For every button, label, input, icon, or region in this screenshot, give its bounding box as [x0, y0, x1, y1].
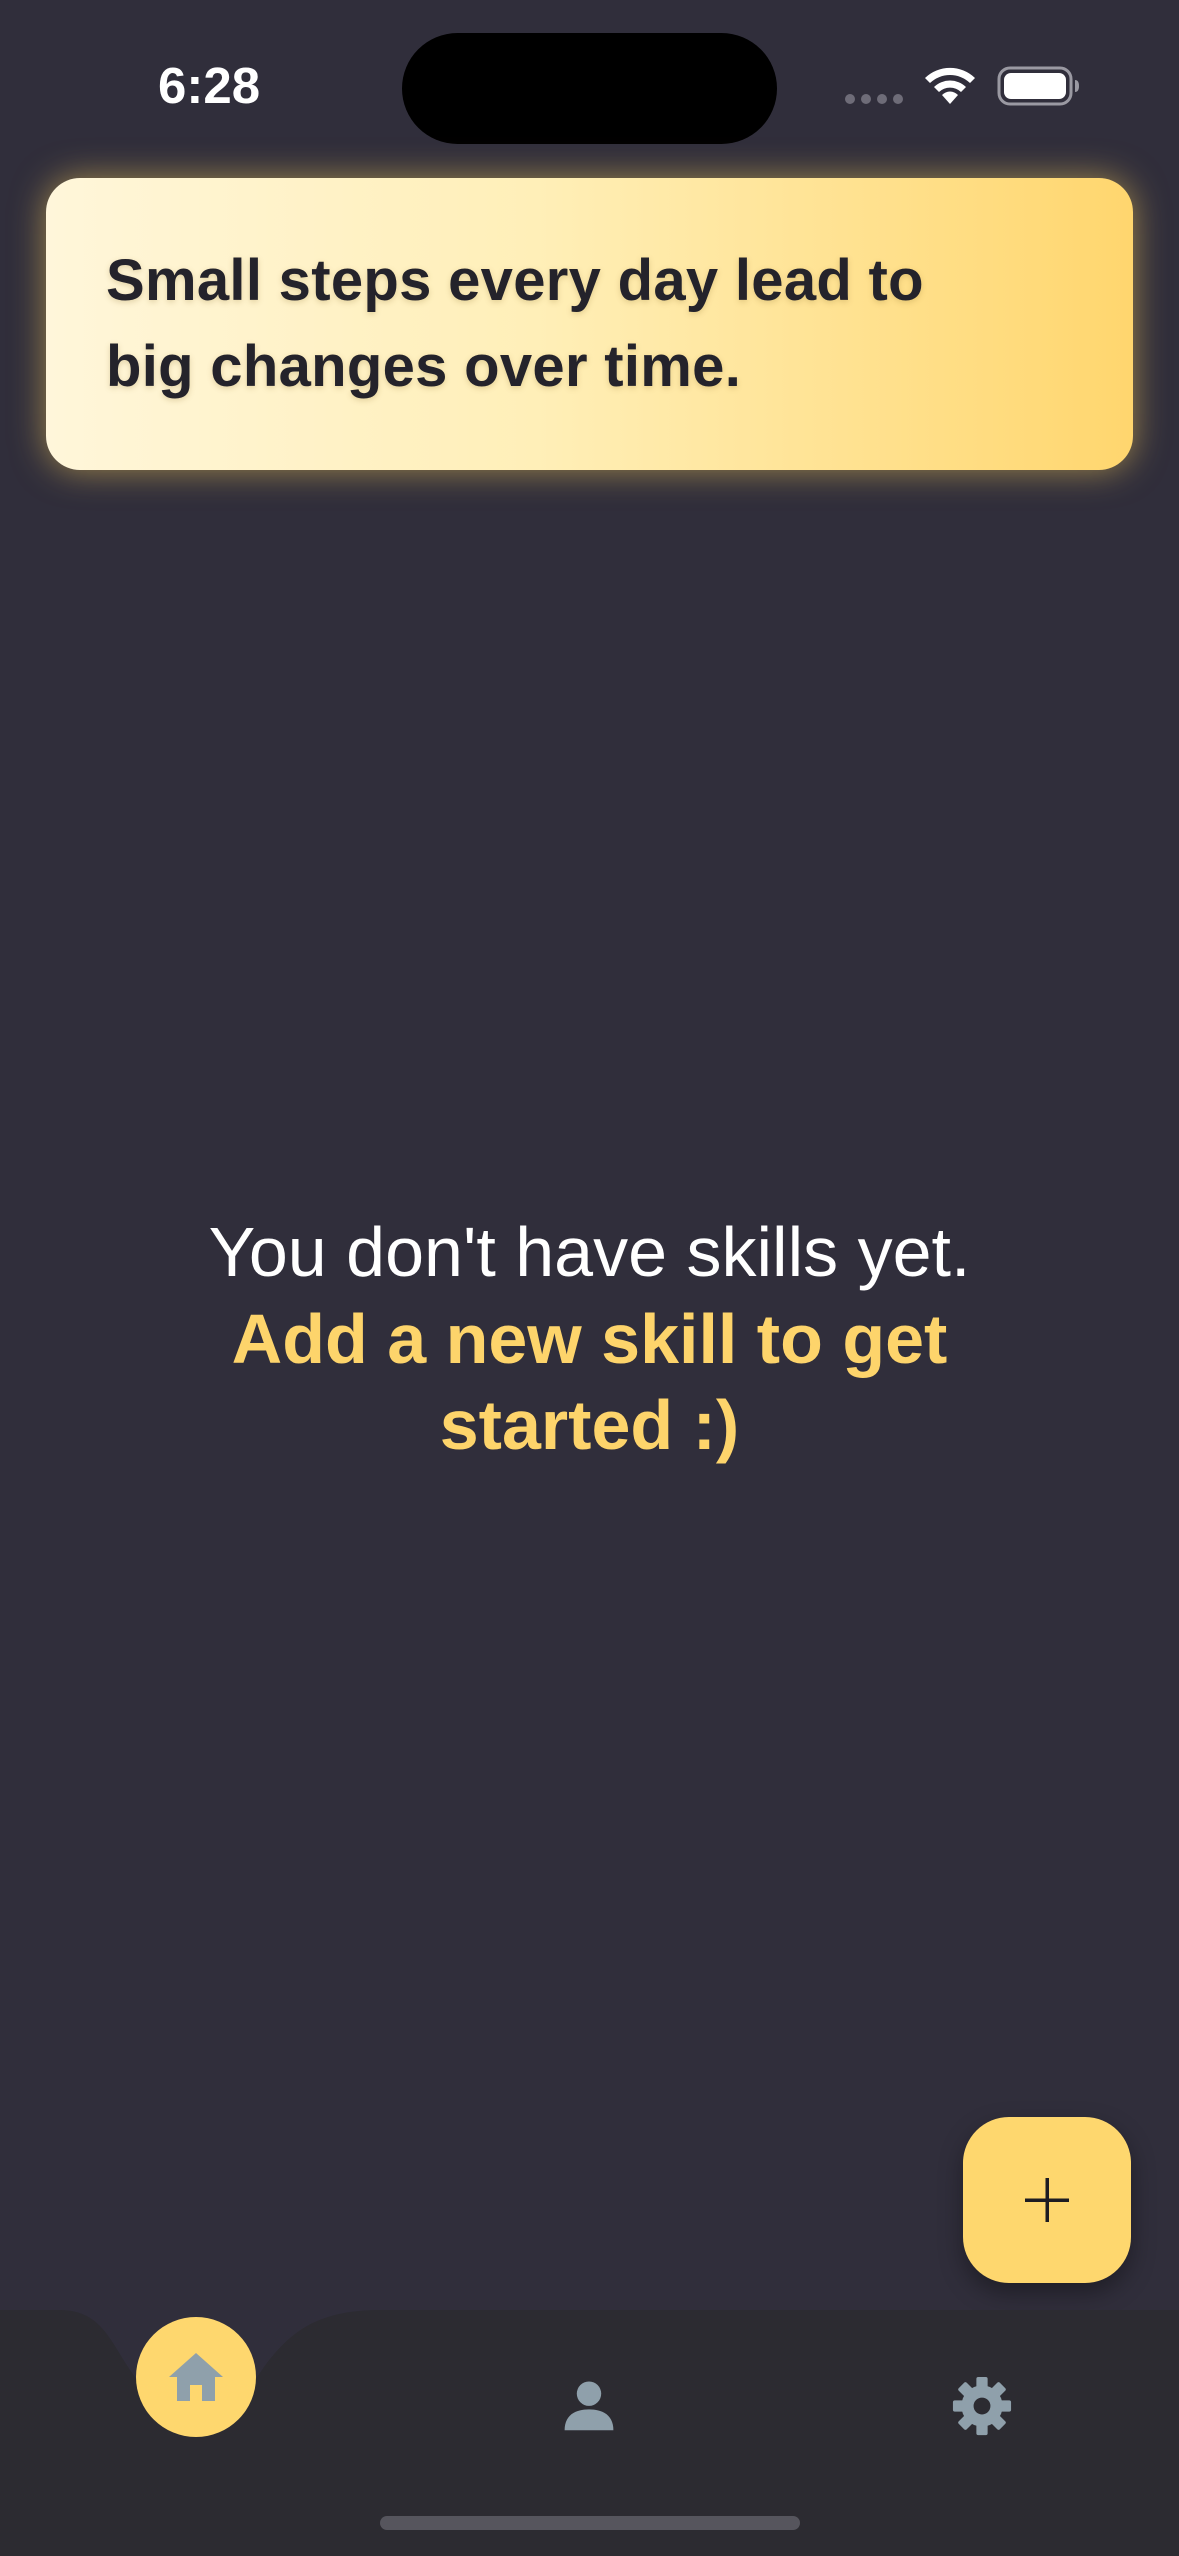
- motivation-quote-card: Small steps every day lead to big change…: [46, 178, 1133, 470]
- nav-home-button[interactable]: [136, 2317, 256, 2437]
- person-icon: [564, 2381, 614, 2431]
- quote-text: Small steps every day lead to big change…: [106, 238, 1073, 410]
- dynamic-island: [402, 33, 777, 144]
- add-skill-button[interactable]: [963, 2117, 1131, 2283]
- quote-line-2: big changes over time.: [106, 334, 742, 399]
- gear-icon: [952, 2376, 1012, 2436]
- nav-settings-button[interactable]: [950, 2374, 1014, 2438]
- battery-icon: [997, 66, 1079, 106]
- quote-line-1: Small steps every day lead to: [106, 248, 924, 313]
- cellular-signal-icon: [845, 94, 903, 104]
- home-icon: [169, 2353, 223, 2401]
- status-time: 6:28: [158, 57, 261, 114]
- empty-state: You don't have skills yet. Add a new ski…: [0, 1208, 1179, 1468]
- home-indicator[interactable]: [380, 2516, 800, 2530]
- nav-profile-button[interactable]: [558, 2374, 620, 2436]
- empty-state-call-to-action: Add a new skill to get started :): [231, 1300, 948, 1464]
- wifi-icon: [925, 67, 975, 104]
- empty-state-message: You don't have skills yet.: [208, 1213, 971, 1291]
- plus-icon: [1025, 2178, 1069, 2222]
